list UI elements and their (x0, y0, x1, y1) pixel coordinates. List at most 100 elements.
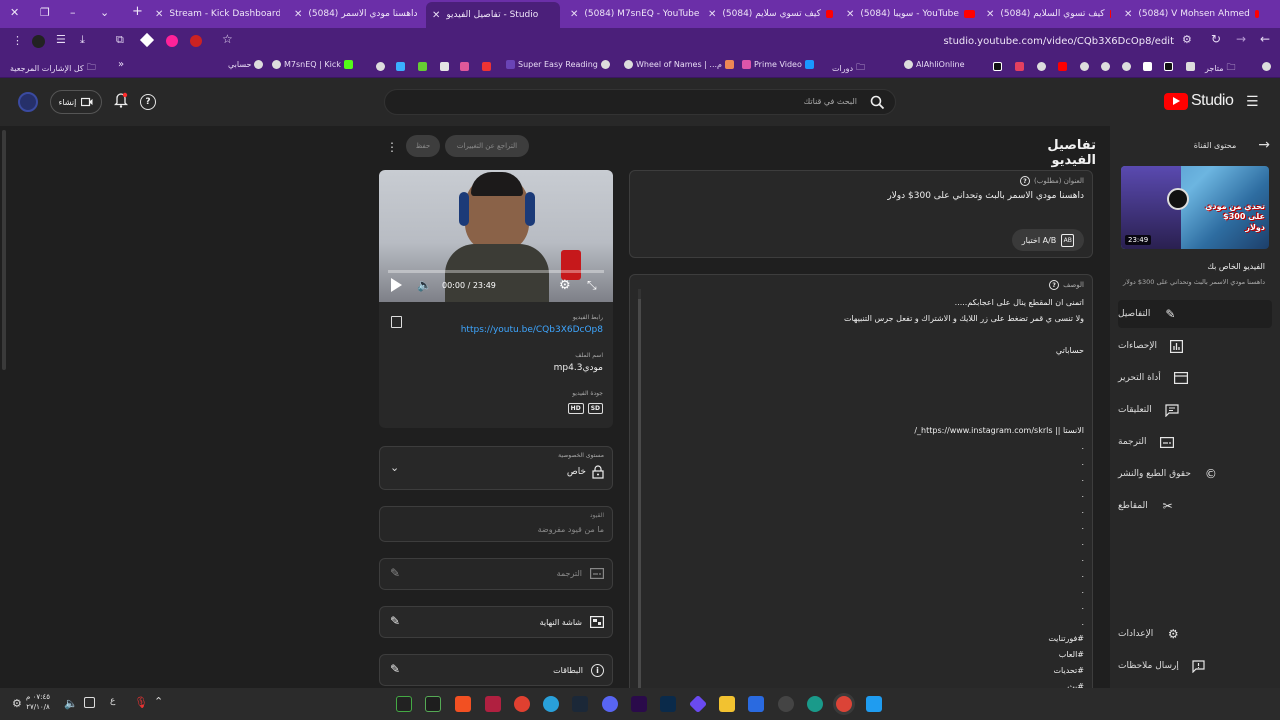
close-tab-icon[interactable]: ✕ (708, 9, 716, 20)
video-player[interactable]: 🔈 00:00 / 23:49 ⚙ ⤡ (379, 170, 613, 302)
restrictions-field[interactable]: القيود ما من قيود مفروضة (379, 506, 613, 542)
globe-icon[interactable] (1122, 62, 1131, 71)
undo-changes-button[interactable]: التراجع عن التغييرات (445, 135, 529, 157)
globe-icon[interactable] (1037, 62, 1046, 71)
extension-icon[interactable] (396, 62, 405, 71)
close-tab-icon[interactable]: ✕ (432, 10, 440, 21)
tab-video-1[interactable]: ✕ (5084) داهسنا مودي الاسمر (294, 4, 419, 24)
adobe-icon[interactable] (485, 696, 501, 712)
tab-m7sneq-youtube[interactable]: ✕ (5084) M7snEQ - YouTube (570, 4, 700, 24)
play-icon[interactable] (391, 278, 402, 292)
description-scrollbar[interactable] (638, 289, 641, 689)
extensions-icon[interactable]: ⧉ (116, 33, 124, 47)
bookmark-star-icon[interactable]: ☆ (222, 32, 233, 46)
close-tab-icon[interactable]: ✕ (155, 9, 163, 20)
seek-bar[interactable] (388, 270, 604, 273)
extension-icon[interactable] (166, 35, 178, 47)
browser-menu-icon[interactable]: ⋮ (12, 34, 23, 47)
extension-icon[interactable] (1143, 62, 1152, 71)
extension-icon[interactable] (1164, 62, 1173, 71)
show-hidden-icons[interactable]: ⌃ (154, 695, 163, 708)
edge-icon[interactable] (807, 696, 823, 712)
extension-icon[interactable] (1186, 62, 1195, 71)
description-body[interactable]: اتمنى ان المقطع ينال على اعجابكم..... ول… (644, 295, 1084, 692)
close-tab-icon[interactable]: ✕ (1124, 9, 1132, 20)
sidebar-item-analytics[interactable]: الإحصاءات (1118, 332, 1272, 360)
back-icon[interactable]: ← (1260, 32, 1270, 46)
save-button[interactable]: حفظ (406, 135, 440, 157)
speaker-icon[interactable]: 🔈 (64, 697, 78, 710)
extension-icon[interactable] (418, 62, 427, 71)
tab-swiba[interactable]: ✕ (5084) سويبا - YouTube (846, 4, 976, 24)
settings-gear-icon[interactable]: ⚙ (559, 278, 571, 293)
instagram-icon[interactable] (1015, 62, 1024, 71)
clock[interactable]: ٠٧:٤٥ م ٢٧/١٠/٨ (26, 692, 50, 712)
extension-icon[interactable] (32, 35, 45, 48)
help-icon[interactable]: ? (140, 94, 156, 110)
discord-icon[interactable] (602, 696, 618, 712)
visibility-select[interactable]: مستوى الخصوصية خاص ⌄ (379, 446, 613, 490)
tab-kick-dashboard[interactable]: ✕ Stream - Kick Dashboard (155, 4, 280, 24)
bookmark-super-easy-reading[interactable]: Super Easy Reading (506, 60, 610, 69)
globe-icon[interactable] (376, 62, 385, 71)
search-icon[interactable] (870, 95, 885, 110)
extension-icon[interactable] (482, 62, 491, 71)
address-bar[interactable]: studio.youtube.com/video/CQb3X6DcOp8/edi… (943, 36, 1174, 47)
help-icon[interactable]: ? (1020, 176, 1031, 186)
scrollbar-thumb[interactable] (2, 130, 6, 370)
end-screen-row[interactable]: شاشة النهاية ✎ (379, 606, 613, 638)
network-icon[interactable] (84, 697, 95, 708)
download-icon[interactable]: ⤓ (80, 33, 85, 47)
sidebar-item-subtitles[interactable]: الترجمة (1118, 428, 1272, 456)
bookmark-my-accounts[interactable]: حسابي (228, 60, 264, 69)
title-value[interactable]: داهسنا مودي الاسمر بالبث وتحداني على 300… (887, 191, 1084, 201)
app-icon[interactable] (778, 696, 794, 712)
sidebar-item-copyright[interactable]: © حقوق الطبع والنشر (1118, 460, 1272, 488)
extension-icon[interactable] (440, 62, 449, 71)
bookmark-prime-video[interactable]: Prime Video (742, 60, 814, 69)
close-tab-icon[interactable]: ✕ (570, 9, 578, 20)
terminal-icon[interactable] (425, 696, 441, 712)
chrome-icon[interactable] (836, 696, 852, 712)
menu-icon[interactable]: ☰ (1246, 94, 1259, 110)
video-thumbnail[interactable]: تحدي من مودي على 300$ دولار 23:49 (1121, 166, 1269, 249)
pencil-icon[interactable]: ✎ (390, 614, 400, 628)
tab-slime-1[interactable]: ✕ (5084) كيف تسوي سلايم (708, 4, 833, 24)
sidebar-item-clips[interactable]: ✂ المقاطع (1118, 492, 1272, 520)
avatar[interactable] (18, 92, 38, 112)
close-tab-icon[interactable]: ✕ (294, 9, 302, 20)
language-indicator[interactable]: ع (110, 696, 115, 706)
sidebar-item-details[interactable]: ✎ التفاصيل (1118, 300, 1272, 328)
close-tab-icon[interactable]: ✕ (986, 9, 994, 20)
reload-icon[interactable]: ↻ (1211, 32, 1221, 46)
bookmark-alahli[interactable]: AlAhliOnline (904, 60, 965, 69)
globe-icon[interactable] (1262, 62, 1271, 71)
sidebar-item-settings[interactable]: ⚙ الإعدادات (1118, 620, 1272, 648)
windows-start-icon[interactable] (866, 696, 882, 712)
tiktok-icon[interactable] (993, 62, 1002, 71)
help-icon[interactable]: ? (1049, 280, 1060, 290)
file-explorer-icon[interactable] (719, 696, 735, 712)
telegram-icon[interactable] (543, 696, 559, 712)
sidebar-item-feedback[interactable]: إرسال ملاحظات (1118, 652, 1272, 680)
pencil-icon[interactable]: ✎ (390, 566, 400, 580)
sidebar-item-editor[interactable]: أداة التحرير (1118, 364, 1272, 392)
bookmark-courses[interactable]: دورات 🗀 (832, 60, 865, 76)
description-scrollbar-thumb[interactable] (638, 299, 641, 689)
tab-slime-2[interactable]: ✕ (5084) كيف تسوي السلايم (986, 4, 1111, 24)
tab-studio-active[interactable]: ✕ تفاصيل الفيديو - Studio (426, 2, 560, 28)
store-icon[interactable] (748, 696, 764, 712)
site-settings-icon[interactable]: ⚙ (1182, 33, 1192, 46)
extension-icon[interactable] (460, 62, 469, 71)
app-icon[interactable] (514, 696, 530, 712)
studio-logo[interactable]: Studio (1164, 92, 1234, 110)
minimize-window-icon[interactable]: – (70, 6, 76, 19)
channel-search[interactable]: البحث في قناتك (384, 89, 896, 115)
title-field[interactable]: العنوان (مطلوب) ? داهسنا مودي الاسمر بال… (629, 170, 1093, 258)
extension-icon[interactable] (139, 32, 155, 48)
tab-mohsen-ahmed[interactable]: ✕ (5084) V Mohsen Ahmed (1124, 4, 1259, 24)
pencil-icon[interactable]: ✎ (390, 662, 400, 676)
microphone-icon[interactable]: 🎙 (134, 696, 148, 709)
bookmark-kick[interactable]: M7snEQ | Kick (272, 60, 353, 69)
premiere-icon[interactable] (631, 696, 647, 712)
